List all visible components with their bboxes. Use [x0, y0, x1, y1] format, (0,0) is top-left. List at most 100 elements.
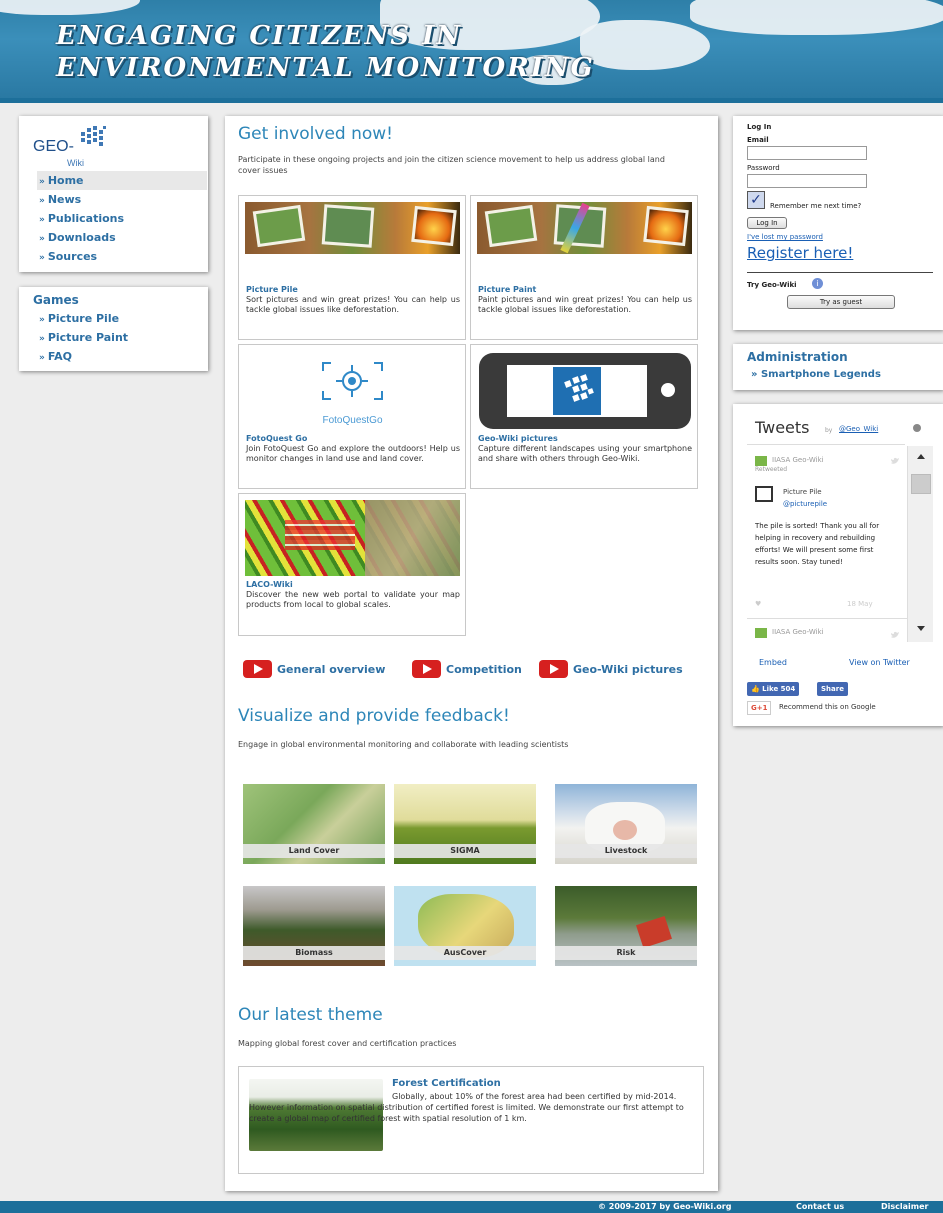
video-link-geo-wiki-pictures[interactable]: Geo-Wiki pictures [539, 660, 683, 678]
nav-item-smartphone-legends[interactable]: » Smartphone Legends [751, 369, 881, 380]
double-chevron-icon: » [39, 353, 45, 363]
nav-item-downloads[interactable]: » Downloads [37, 228, 207, 247]
facebook-like-button[interactable]: 👍 Like 504 [747, 682, 800, 696]
administration-heading: Administration [747, 350, 848, 364]
project-card-geo-wiki-pictures[interactable]: Geo-Wiki pictures Capture different land… [470, 344, 698, 489]
main-content: Get involved now! Participate in these o… [225, 116, 718, 1191]
card-title[interactable]: LACO-Wiki [246, 580, 293, 589]
video-link-general-overview[interactable]: General overview [243, 660, 385, 678]
thumbs-up-icon: 👍 [751, 685, 763, 693]
footer-disclaimer-link[interactable]: Disclaimer [881, 1202, 928, 1211]
project-card-fotoquest-go[interactable]: FotoQuestGo FotoQuest Go Join FotoQuest … [238, 344, 466, 489]
visualize-intro: Engage in global environmental monitorin… [238, 740, 569, 749]
tweet-author[interactable]: IIASA Geo-Wiki [772, 628, 824, 636]
fotoquest-logo-text: FotoQuestGo [322, 415, 383, 426]
header-divider [0, 98, 943, 103]
visualize-heading: Visualize and provide feedback! [238, 706, 510, 726]
twitter-handle-link[interactable]: @Geo_Wiki [839, 425, 878, 433]
twitter-info-icon[interactable] [913, 424, 921, 432]
project-card-picture-pile[interactable]: Picture Pile Sort pictures and win great… [238, 195, 466, 340]
youtube-play-icon [412, 660, 441, 678]
tile-risk[interactable]: Risk [555, 886, 697, 966]
password-input[interactable] [747, 174, 867, 188]
main-nav-list: » Home » News » Publications » Downloads » So… [37, 171, 207, 266]
tweet-inner-handle[interactable]: @picturepile [783, 500, 827, 508]
theme-card-forest-certification[interactable]: Forest Certification Globally, about 10%… [238, 1066, 704, 1174]
author-avatar [755, 628, 767, 638]
info-icon[interactable]: i [812, 278, 823, 289]
like-label: Like 504 [762, 685, 796, 693]
picture-pile-thumbnail[interactable] [245, 202, 460, 254]
tile-biomass[interactable]: Biomass [243, 886, 385, 966]
site-title-line1: Engaging Citizens in [56, 21, 463, 51]
header-banner: Engaging Citizens in Environmental Monit… [0, 0, 943, 98]
nav-item-picture-pile[interactable]: » Picture Pile [37, 309, 207, 328]
footer-contact-link[interactable]: Contact us [796, 1202, 844, 1211]
tile-auscover[interactable]: AusCover [394, 886, 536, 966]
view-on-twitter-link[interactable]: View on Twitter [849, 658, 910, 667]
password-label: Password [747, 164, 780, 172]
nav-item-label: FAQ [47, 350, 72, 363]
register-link[interactable]: Register here! [747, 244, 853, 262]
embed-link[interactable]: Embed [759, 658, 787, 667]
tile-livestock[interactable]: Livestock [555, 784, 697, 864]
banner-map-land [580, 20, 710, 70]
double-chevron-icon: » [39, 234, 45, 244]
fotoquest-target-icon [322, 362, 383, 400]
remember-me-label: Remember me next time? [770, 202, 862, 210]
google-plus-button[interactable]: G+1 [747, 701, 772, 715]
card-title[interactable]: Picture Paint [478, 285, 536, 294]
nav-item-sources[interactable]: » Sources [37, 247, 207, 266]
tweet-inner-name[interactable]: Picture Pile [783, 488, 822, 496]
project-card-picture-paint[interactable]: Picture Paint Paint pictures and win gre… [470, 195, 698, 340]
lost-password-link[interactable]: I've lost my password [747, 233, 823, 241]
nav-item-home[interactable]: » Home [37, 171, 207, 190]
scroll-up-arrow-icon[interactable] [917, 454, 925, 459]
nav-item-faq[interactable]: » FAQ [37, 347, 207, 366]
tile-land-cover[interactable]: Land Cover [243, 784, 385, 864]
card-title[interactable]: Geo-Wiki pictures [478, 434, 558, 443]
scroll-thumb[interactable] [911, 474, 931, 494]
tweet-divider [747, 618, 907, 619]
tile-sigma[interactable]: SIGMA [394, 784, 536, 864]
like-heart-icon[interactable]: ♥ [755, 600, 761, 608]
card-title[interactable]: Picture Pile [246, 285, 298, 294]
nav-item-news[interactable]: » News [37, 190, 207, 209]
login-panel: Log In Email Password ✓ Remember me next… [733, 116, 943, 330]
project-card-laco-wiki[interactable]: LACO-Wiki Discover the new web portal to… [238, 493, 466, 636]
theme-card-title[interactable]: Forest Certification [392, 1078, 501, 1089]
nav-item-label: Publications [47, 212, 125, 225]
facebook-share-button[interactable]: Share [817, 682, 848, 696]
laco-wiki-thumbnail[interactable] [245, 500, 460, 576]
fotoquest-go-thumbnail[interactable] [245, 351, 460, 403]
scroll-down-arrow-icon[interactable] [917, 626, 925, 631]
login-button[interactable]: Log In [747, 217, 787, 229]
video-link-label: Geo-Wiki pictures [573, 662, 683, 676]
geo-wiki-logo[interactable]: GEO- Wiki [33, 124, 123, 170]
tweet-timeline[interactable]: IIASA Geo-Wiki Retweeted Picture Pile @p… [747, 446, 907, 642]
email-input[interactable] [747, 146, 867, 160]
tweet-date[interactable]: 18 May [847, 600, 873, 608]
nav-item-publications[interactable]: » Publications [37, 209, 207, 228]
latest-theme-heading: Our latest theme [238, 1005, 383, 1025]
remember-me-checkbox[interactable]: ✓ [747, 191, 765, 209]
author-avatar [755, 456, 767, 466]
smartphone-icon[interactable] [477, 351, 692, 431]
twitter-bird-icon [891, 631, 899, 638]
card-description: Paint pictures and win great prizes! You… [478, 295, 692, 314]
administration-panel: Administration » Smartphone Legends [733, 344, 943, 390]
video-link-competition[interactable]: Competition [412, 660, 522, 678]
tweet-author[interactable]: IIASA Geo-Wiki [772, 456, 824, 464]
card-title[interactable]: FotoQuest Go [246, 434, 307, 443]
banner-map-land [0, 0, 140, 15]
double-chevron-icon: » [39, 253, 45, 263]
picture-paint-thumbnail[interactable] [477, 202, 692, 254]
nav-item-picture-paint[interactable]: » Picture Paint [37, 328, 207, 347]
nav-item-label: Sources [47, 250, 98, 263]
site-title[interactable]: Engaging Citizens in Environmental Monit… [56, 20, 595, 84]
try-as-guest-button[interactable]: Try as guest [787, 295, 895, 309]
globe-grid-icon [564, 374, 594, 402]
tweet-scrollbar[interactable] [907, 446, 933, 642]
games-heading: Games [33, 293, 79, 307]
youtube-play-icon [539, 660, 568, 678]
